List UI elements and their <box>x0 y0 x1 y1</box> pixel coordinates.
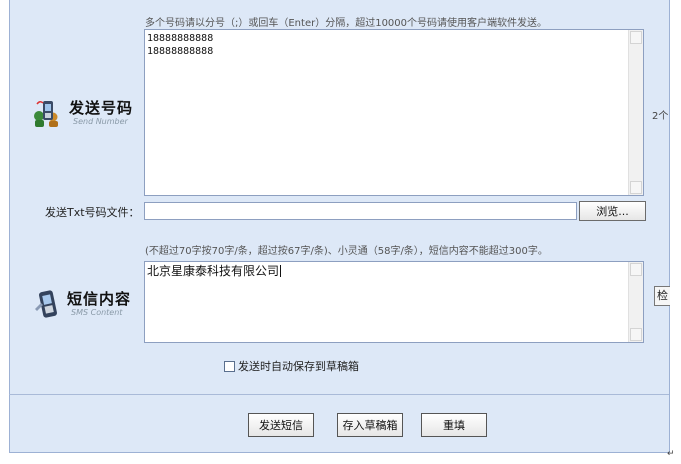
autosave-checkbox[interactable] <box>224 360 235 372</box>
send-number-subtitle: Send Number <box>73 117 128 126</box>
panel-divider <box>9 394 669 395</box>
sms-content-text: 北京星康泰科技有限公司 <box>147 264 280 278</box>
txt-file-label: 发送Txt号码文件： <box>45 206 140 219</box>
send-number-hint: 多个号码请以分号（;）或回车（Enter）分隔，超过10000个号码请使用客户端… <box>145 18 548 29</box>
sms-content-title: 短信内容 <box>67 290 132 308</box>
scroll-down-arrow[interactable] <box>630 328 642 341</box>
send-number-text: 18888888888 18888888888 <box>147 33 214 57</box>
sms-content-subtitle: SMS Content <box>71 308 123 317</box>
send-number-textarea[interactable]: 18888888888 18888888888 <box>144 29 644 196</box>
txt-file-input[interactable] <box>144 202 577 220</box>
scroll-up-arrow[interactable] <box>630 31 642 44</box>
send-number-scrollbar[interactable] <box>628 30 643 195</box>
browse-button[interactable]: 浏览... <box>579 201 646 221</box>
send-number-title: 发送号码 <box>69 99 134 117</box>
mobile-sms-icon <box>35 290 57 318</box>
check-button[interactable]: 检 <box>654 286 670 306</box>
sms-content-hint: (不超过70字按70字/条，超过按67字/条)、小灵通（58字/条），短信内容不… <box>145 246 548 257</box>
sms-content-scrollbar[interactable] <box>628 262 643 342</box>
phone-contacts-icon <box>34 100 58 127</box>
autosave-label: 发送时自动保存到草稿箱 <box>238 360 359 373</box>
autosave-option[interactable]: 发送时自动保存到草稿箱 <box>224 358 359 374</box>
scroll-down-arrow[interactable] <box>630 181 642 194</box>
reset-button[interactable]: 重填 <box>421 413 487 437</box>
sms-content-label: 短信内容 SMS Content <box>33 289 131 319</box>
number-count: 2个 <box>652 111 669 122</box>
send-number-label: 发送号码 Send Number <box>31 98 133 128</box>
send-sms-button[interactable]: 发送短信 <box>248 413 314 437</box>
scroll-up-arrow[interactable] <box>630 263 642 276</box>
save-draft-button[interactable]: 存入草稿箱 <box>337 413 403 437</box>
return-mark: ↵ <box>667 449 675 459</box>
sms-content-textarea[interactable]: 北京星康泰科技有限公司 <box>144 261 644 343</box>
text-caret <box>280 265 282 277</box>
